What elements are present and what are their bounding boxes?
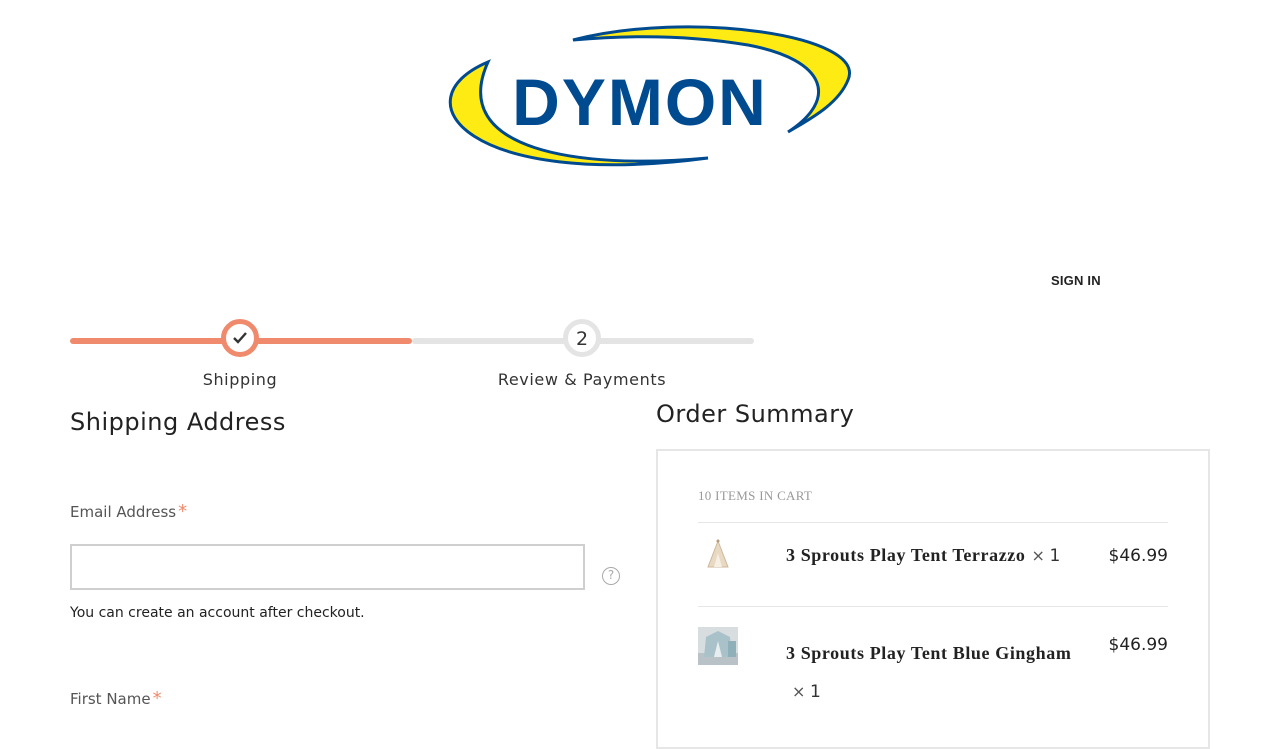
item-qty: 1: [810, 682, 822, 702]
item-title: 3 Sprouts Play Tent Terrazzo: [786, 545, 1026, 565]
step-review-indicator: 2: [563, 319, 601, 357]
cart-item-name: 3 Sprouts Play Tent Blue Gingham × 1: [786, 634, 1096, 711]
step-review-label: Review & Payments: [497, 370, 667, 389]
checkout-progress-bar: 2 Shipping Review & Payments: [70, 318, 754, 398]
divider: [698, 606, 1168, 607]
tent-blue-image: [698, 627, 738, 665]
item-qty: 1: [1049, 546, 1061, 566]
order-summary-panel: 10 ITEMS IN CART 3 Sprouts Play Tent Ter…: [656, 449, 1210, 749]
sign-in-link[interactable]: SIGN IN: [1051, 273, 1101, 288]
item-price: $46.99: [1108, 546, 1168, 566]
first-name-label-text: First Name: [70, 690, 151, 708]
item-price: $46.99: [1108, 635, 1168, 655]
shipping-address-title: Shipping Address: [70, 408, 286, 436]
cart-item-name: 3 Sprouts Play Tent Terrazzo × 1: [786, 545, 1061, 566]
items-in-cart-toggle[interactable]: 10 ITEMS IN CART: [698, 488, 812, 504]
times-icon: ×: [1031, 546, 1046, 565]
step-shipping-label[interactable]: Shipping: [180, 370, 300, 389]
first-name-label: First Name *: [70, 688, 162, 709]
email-label: Email Address *: [70, 501, 187, 522]
checkmark-icon: [233, 332, 247, 344]
step-shipping-indicator[interactable]: [221, 319, 259, 357]
logo-text: DYMON: [512, 65, 768, 139]
item-title: 3 Sprouts Play Tent Blue Gingham: [786, 643, 1072, 663]
required-mark: *: [178, 501, 188, 522]
dymon-logo-image: DYMON: [448, 25, 852, 167]
question-circle-icon[interactable]: ?: [602, 567, 620, 585]
email-label-text: Email Address: [70, 503, 177, 521]
step-number: 2: [575, 328, 589, 350]
times-icon: ×: [792, 682, 807, 701]
divider: [698, 522, 1168, 523]
order-summary-title: Order Summary: [656, 400, 855, 428]
tent-beige-image: [698, 537, 738, 575]
required-mark: *: [152, 688, 162, 709]
email-input[interactable]: [70, 544, 585, 590]
account-note: You can create an account after checkout…: [70, 605, 365, 621]
dymon-logo[interactable]: DYMON: [428, 20, 852, 180]
